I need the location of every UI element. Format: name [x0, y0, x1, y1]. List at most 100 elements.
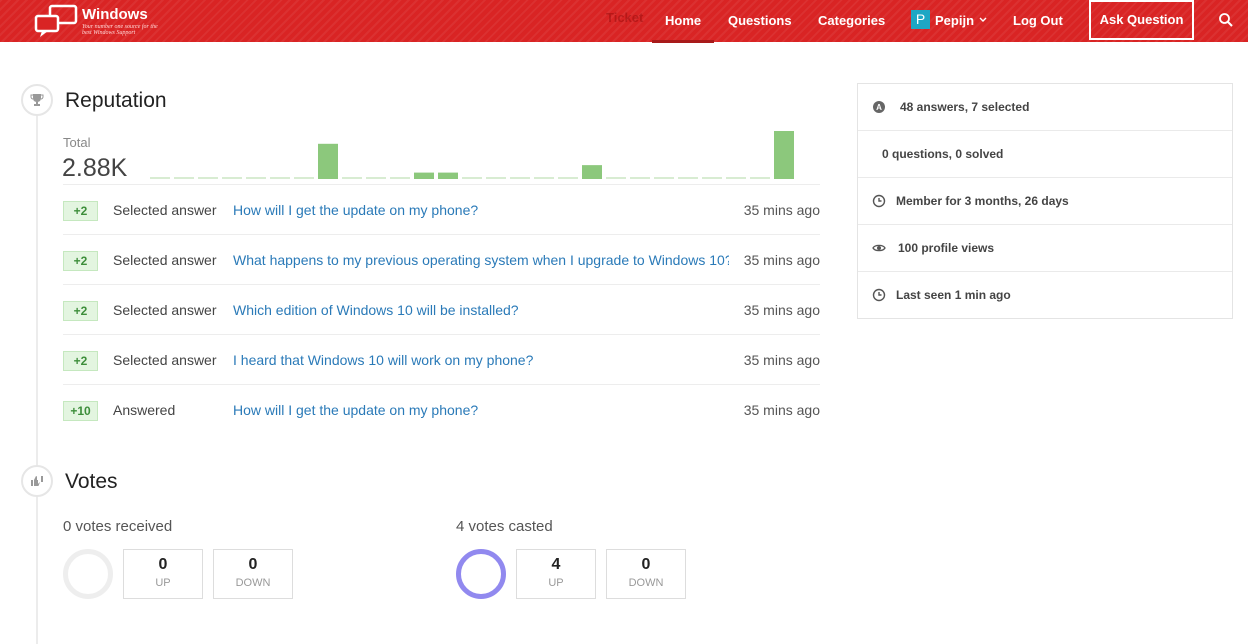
chart-bar: [222, 177, 242, 179]
reputation-badge: +2: [63, 251, 98, 271]
question-link[interactable]: What happens to my previous operating sy…: [233, 252, 729, 268]
search-icon[interactable]: [1218, 12, 1234, 28]
chart-bar: [366, 177, 386, 179]
chart-bar: [438, 172, 458, 179]
casted-down-box[interactable]: 0 DOWN: [606, 549, 686, 599]
chart-bar: [246, 177, 266, 179]
stat-last-seen: Last seen 1 min ago: [858, 272, 1232, 319]
stat-answers-text: 48 answers, 7 selected: [900, 100, 1030, 114]
casted-up-count: 4: [551, 556, 561, 573]
reputation-title: Reputation: [65, 89, 167, 112]
stat-answers: A 48 answers, 7 selected: [858, 84, 1232, 131]
received-up-box[interactable]: 0 UP: [123, 549, 203, 599]
chart-bar: [558, 177, 578, 179]
site-logo[interactable]: Windows Your number one source for the b…: [34, 4, 166, 38]
nav-logout[interactable]: Log Out: [1013, 13, 1063, 29]
chart-bar: [150, 177, 170, 179]
stat-member-since: Member for 3 months, 26 days: [858, 178, 1232, 225]
user-menu[interactable]: Pepijn: [935, 13, 987, 29]
reputation-action: Selected answer: [113, 302, 217, 318]
chart-bar: [198, 177, 218, 179]
timeline-line: [36, 100, 38, 644]
reputation-row: +2 Selected answer Which edition of Window…: [63, 285, 820, 335]
stat-profile-views: 100 profile views: [858, 225, 1232, 272]
nav-ghost-text: Ticket: [606, 10, 644, 25]
up-label: UP: [155, 577, 171, 589]
chart-bar: [726, 177, 746, 179]
votes-received-ring: [63, 549, 113, 599]
reputation-section-marker: [21, 84, 53, 116]
reputation-chart: [150, 131, 794, 179]
top-navbar: Windows Your number one source for the b…: [0, 0, 1248, 42]
chart-bar: [654, 177, 674, 179]
logo-tagline: Your number one source for the best Wind…: [82, 24, 158, 36]
chart-bar: [174, 177, 194, 179]
reputation-time: 35 mins ago: [743, 202, 820, 218]
svg-text:A: A: [876, 103, 882, 112]
stat-member-text: Member for 3 months, 26 days: [896, 194, 1069, 208]
stat-questions: 0 questions, 0 solved: [858, 131, 1232, 178]
profile-stats-panel: A 48 answers, 7 selected 0 questions, 0 …: [857, 83, 1233, 319]
casted-down-count: 0: [641, 556, 651, 573]
chart-bar: [702, 177, 722, 179]
chart-bar: [462, 177, 482, 179]
chart-bar: [606, 177, 626, 179]
chart-bar: [582, 165, 602, 179]
chart-bar: [294, 177, 314, 179]
avatar[interactable]: P: [911, 10, 930, 29]
reputation-time: 35 mins ago: [743, 252, 820, 268]
nav-questions[interactable]: Questions: [728, 13, 792, 29]
votes-casted-ring: [456, 549, 506, 599]
question-link[interactable]: I heard that Windows 10 will work on my …: [233, 352, 729, 368]
nav-categories[interactable]: Categories: [818, 13, 885, 29]
nav-home[interactable]: Home: [665, 13, 701, 29]
received-down-box[interactable]: 0 DOWN: [213, 549, 293, 599]
chevron-down-icon: [979, 17, 987, 22]
chart-bar: [630, 177, 650, 179]
chart-bar: [342, 177, 362, 179]
chart-bar: [270, 177, 290, 179]
stat-last-seen-text: Last seen 1 min ago: [896, 288, 1011, 302]
reputation-time: 35 mins ago: [743, 352, 820, 368]
stat-questions-text: 0 questions, 0 solved: [882, 147, 1004, 161]
reputation-badge: +2: [63, 201, 98, 221]
reputation-badge: +2: [63, 351, 98, 371]
reputation-time: 35 mins ago: [743, 402, 820, 418]
casted-up-box[interactable]: 4 UP: [516, 549, 596, 599]
ask-question-button[interactable]: Ask Question: [1089, 0, 1194, 40]
clock-icon: [872, 288, 886, 302]
question-link[interactable]: How will I get the update on my phone?: [233, 202, 729, 218]
votes-received-label: 0 votes received: [63, 518, 173, 535]
chart-bar: [678, 177, 698, 179]
reputation-row: +10 Answered How will I get the update on …: [63, 385, 820, 435]
chart-bar: [414, 172, 434, 179]
reputation-badge: +10: [63, 401, 98, 421]
chart-bar: [318, 143, 338, 179]
chart-bar: [750, 177, 770, 179]
votes-section-marker: [21, 465, 53, 497]
total-value: 2.88K: [62, 154, 128, 182]
reputation-action: Selected answer: [113, 252, 217, 268]
stat-views-text: 100 profile views: [898, 241, 995, 255]
reputation-row: +2 Selected answer How will I get the upda…: [63, 185, 820, 235]
answer-icon: A: [873, 101, 885, 113]
reputation-action: Selected answer: [113, 352, 217, 368]
chat-bubbles-icon: [34, 4, 78, 37]
chart-bar: [486, 177, 506, 179]
logo-text: Windows: [82, 6, 148, 23]
received-down-count: 0: [248, 556, 258, 573]
reputation-action: Answered: [113, 402, 176, 418]
chart-bar: [534, 177, 554, 179]
chart-bar: [774, 131, 794, 179]
reputation-badge: +2: [63, 301, 98, 321]
reputation-action: Selected answer: [113, 202, 217, 218]
down-label: DOWN: [628, 577, 664, 589]
total-label: Total: [63, 135, 91, 150]
question-link[interactable]: How will I get the update on my phone?: [233, 402, 729, 418]
chart-bar: [390, 177, 410, 179]
clock-icon: [872, 194, 886, 208]
question-link[interactable]: Which edition of Windows 10 will be inst…: [233, 302, 729, 318]
trophy-icon: [30, 94, 44, 106]
eye-icon: [872, 244, 886, 252]
up-label: UP: [548, 577, 564, 589]
